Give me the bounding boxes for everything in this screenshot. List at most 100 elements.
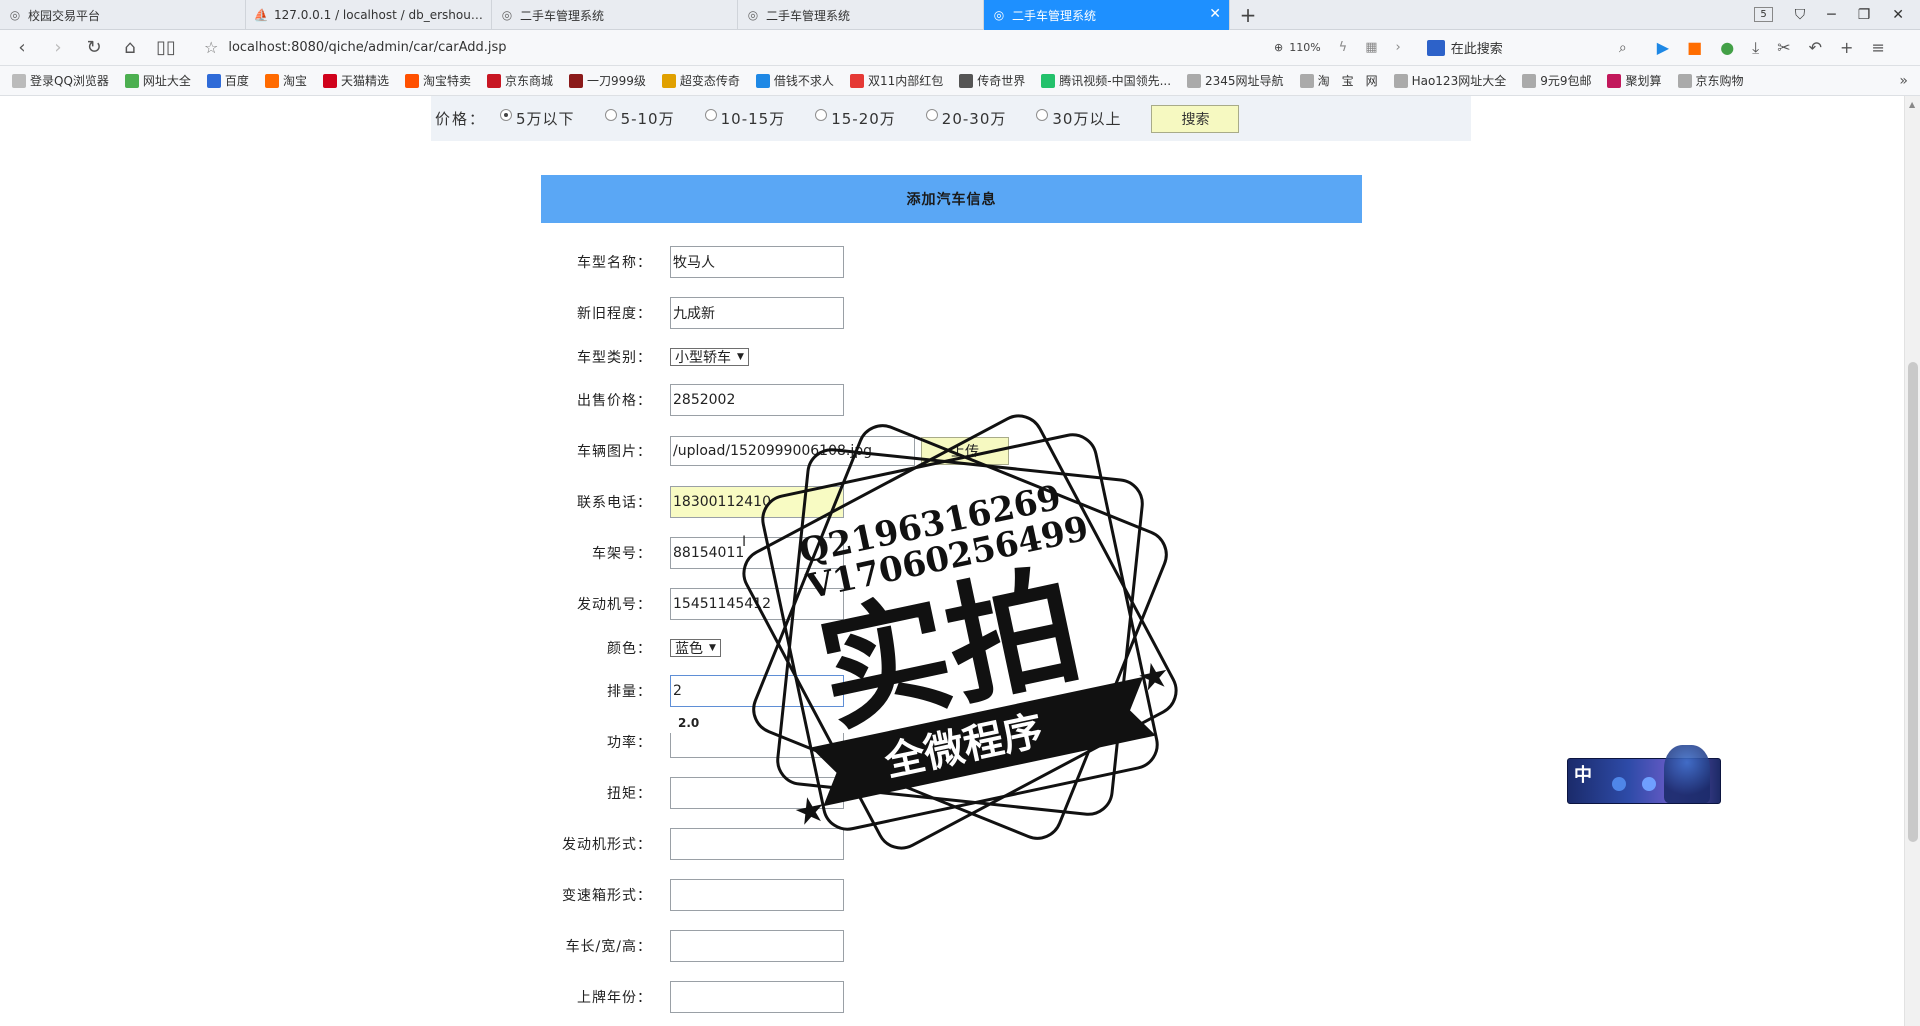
bookmark-favicon-icon [755,73,770,88]
bookmark-item[interactable]: 天猫精选 [322,72,389,89]
bookmark-item[interactable]: 9元9包邮 [1522,72,1591,89]
model-name-input[interactable]: 牧马人 [670,246,844,278]
play-icon[interactable]: ▶ [1657,38,1669,58]
baidu-paw-icon[interactable] [1426,39,1445,56]
wechat-icon[interactable]: ● [1720,38,1734,58]
lightning-icon[interactable]: ϟ [1339,40,1348,55]
gearbox-label: 变速箱形式： [562,888,652,904]
chevron-right-icon[interactable]: › [1396,40,1401,55]
url-text: localhost:8080/qiche/admin/car/carAdd.js… [228,40,507,55]
forward-icon[interactable]: › [40,37,76,58]
globe-icon: ◎ [501,8,513,22]
plus-icon[interactable]: + [1840,38,1853,58]
undo-icon[interactable]: ↶ [1809,38,1822,58]
minimize-icon[interactable]: ─ [1827,7,1835,23]
bookmark-item[interactable]: 百度 [206,72,249,89]
close-window-icon[interactable]: ✕ [1892,7,1904,23]
bookmark-item[interactable]: 网址大全 [124,72,191,89]
browser-tab-1[interactable]: ◎ 校园交易平台 [0,0,246,30]
form-title: 添加汽车信息 [541,175,1362,223]
restore-icon[interactable]: ❐ [1858,7,1871,23]
globe-icon: ◎ [9,8,21,22]
dropdown-caret-icon: ▼ [737,352,744,362]
bookmark-item[interactable]: Hao123网址大全 [1393,72,1506,89]
bookmark-item[interactable]: 2345网址导航 [1187,72,1284,89]
reader-icon[interactable]: ▯▯ [148,37,184,58]
shirt-skin-icon[interactable]: ⛉ [1795,7,1806,23]
zoom-indicator[interactable]: ⊕ 110% [1274,41,1321,54]
price-option-1[interactable]: 5万以下 [500,108,575,129]
condition-input[interactable]: 九成新 [670,297,844,329]
price-search-button[interactable]: 搜索 [1151,104,1240,133]
radio[interactable] [604,108,617,121]
bookmark-item[interactable]: 超变态传奇 [661,72,740,89]
page-scrollbar[interactable]: ▲ [1904,96,1920,1026]
bookmark-favicon-icon [206,73,221,88]
price-option-3[interactable]: 10-15万 [704,108,786,129]
ime-language-label: 中 [1574,765,1592,786]
scroll-up-icon[interactable]: ▲ [1909,100,1915,109]
home-icon[interactable]: ⌂ [112,37,148,58]
new-tab-button[interactable]: + [1230,0,1266,29]
bookmark-item[interactable]: 登录QQ浏览器 [12,72,109,89]
browser-tab-2[interactable]: ⛵ 127.0.0.1 / localhost / db_ershouche [246,0,492,30]
close-tab-icon[interactable]: ✕ [1209,7,1221,21]
price-option-4[interactable]: 15-20万 [815,108,896,129]
bookmark-item[interactable]: 双11内部红包 [849,72,943,89]
vin-label: 车架号： [592,546,652,562]
bookmark-favicon-icon [1677,73,1692,88]
browser-tab-3[interactable]: ◎ 二手车管理系统 [492,0,738,30]
bookmark-item[interactable]: 京东商城 [486,72,553,89]
scissors-icon[interactable]: ✂ [1777,38,1790,58]
price-option-5[interactable]: 20-30万 [925,108,1007,129]
search-icon[interactable]: ⌕ [1619,40,1627,56]
browser-tab-4[interactable]: ◎ 二手车管理系统 [738,0,984,30]
year-input[interactable] [670,981,844,1013]
bookmark-item[interactable]: 淘宝 [264,72,307,89]
bookmark-item[interactable]: 传奇世界 [959,72,1025,89]
row-gearbox: 变速箱形式： [541,879,1362,911]
price-option-2[interactable]: 5-10万 [604,108,675,129]
back-icon[interactable]: ‹ [4,37,40,58]
apps-icon[interactable]: ▦ [1365,40,1377,55]
bookmark-item[interactable]: 腾讯视频-中国领先... [1041,72,1171,89]
scrollbar-thumb[interactable] [1908,362,1918,842]
browser-tab-5-active[interactable]: ◎ 二手车管理系统 ✕ [984,0,1230,30]
radio[interactable] [704,108,717,121]
bookmark-favicon-icon [661,73,676,88]
displacement-label: 排量： [607,684,652,700]
page-content: 价格： 5万以下 5-10万 10-15万 15-20万 20-30万 30万以… [0,96,1904,1026]
bookmark-item[interactable]: 淘宝特卖 [404,72,471,89]
video-icon[interactable]: ■ [1687,38,1702,58]
bookmark-favicon-icon [486,73,501,88]
download-icon[interactable]: ⤓ [1752,38,1759,58]
reload-icon[interactable]: ↻ [76,37,112,58]
ime-status-badge[interactable]: 中 [1567,745,1721,804]
url-field[interactable]: ☆ localhost:8080/qiche/admin/car/carAdd.… [204,34,1254,62]
tab-bar: ◎ 校园交易平台 ⛵ 127.0.0.1 / localhost / db_ersh… [0,0,1920,30]
category-label: 车型类别： [577,350,652,366]
torque-label: 扭矩： [607,786,652,802]
radio-checked[interactable] [500,108,513,121]
bookmark-item[interactable]: 京东购物 [1677,72,1744,89]
gearbox-input[interactable] [670,879,844,911]
bookmark-item[interactable]: 淘 宝 网 [1299,72,1378,89]
tab-count-badge[interactable]: 5 [1754,7,1773,22]
power-label: 功率： [607,735,652,751]
radio[interactable] [815,108,828,121]
radio[interactable] [925,108,938,121]
star-icon[interactable]: ☆ [204,38,218,57]
bookmark-item[interactable]: 一刀999级 [569,72,646,89]
bookmark-favicon-icon [959,73,974,88]
menu-icon[interactable]: ≡ [1871,38,1884,58]
price-option-6[interactable]: 30万以上 [1036,108,1121,129]
radio[interactable] [1036,108,1049,121]
bookmark-item[interactable]: 借钱不求人 [755,72,834,89]
dimensions-input[interactable] [670,930,844,962]
bookmark-favicon-icon [1187,73,1202,88]
bookmark-item[interactable]: 聚划算 [1607,72,1662,89]
search-input[interactable]: 在此搜索 ⌕ [1426,35,1627,61]
bookmarks-more-icon[interactable]: » [1899,73,1920,89]
color-select[interactable]: 蓝色 ▼ [670,639,721,657]
category-select[interactable]: 小型轿车 ▼ [670,348,749,366]
